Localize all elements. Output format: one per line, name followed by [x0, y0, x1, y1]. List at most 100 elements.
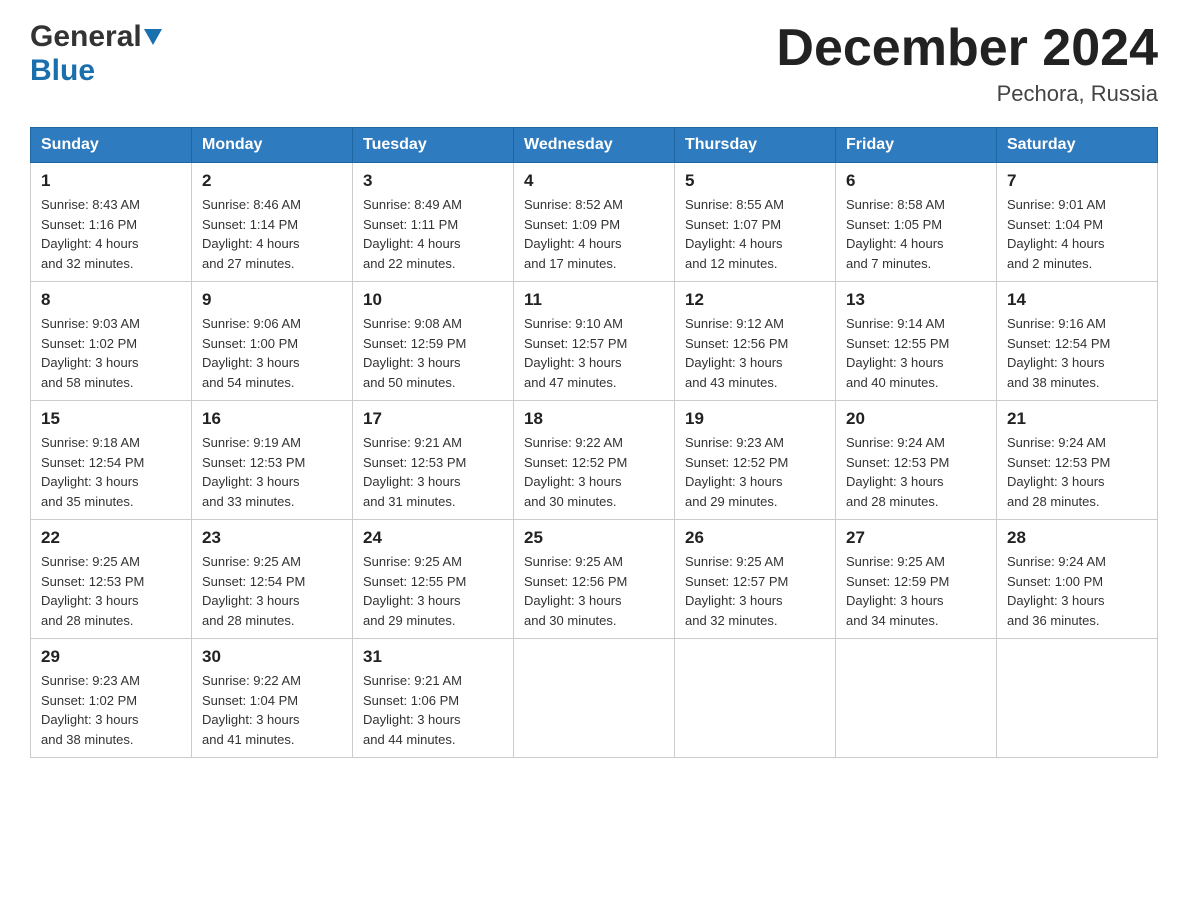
day-number: 23 [202, 528, 342, 548]
day-info: Sunrise: 9:19 AMSunset: 12:53 PMDaylight… [202, 435, 305, 509]
calendar-cell-4-3 [514, 639, 675, 758]
calendar-cell-1-4: 12 Sunrise: 9:12 AMSunset: 12:56 PMDayli… [675, 282, 836, 401]
day-number: 8 [41, 290, 181, 310]
calendar-week-row-5: 29 Sunrise: 9:23 AMSunset: 1:02 PMDaylig… [31, 639, 1158, 758]
logo-triangle-icon [144, 29, 162, 45]
location: Pechora, Russia [776, 81, 1158, 107]
day-number: 15 [41, 409, 181, 429]
calendar-cell-3-6: 28 Sunrise: 9:24 AMSunset: 1:00 PMDaylig… [997, 520, 1158, 639]
calendar-cell-1-3: 11 Sunrise: 9:10 AMSunset: 12:57 PMDayli… [514, 282, 675, 401]
calendar-week-row-1: 1 Sunrise: 8:43 AMSunset: 1:16 PMDayligh… [31, 163, 1158, 282]
calendar-cell-1-1: 9 Sunrise: 9:06 AMSunset: 1:00 PMDayligh… [192, 282, 353, 401]
day-number: 22 [41, 528, 181, 548]
day-info: Sunrise: 9:18 AMSunset: 12:54 PMDaylight… [41, 435, 144, 509]
calendar-cell-3-0: 22 Sunrise: 9:25 AMSunset: 12:53 PMDayli… [31, 520, 192, 639]
day-info: Sunrise: 9:03 AMSunset: 1:02 PMDaylight:… [41, 316, 140, 390]
day-number: 6 [846, 171, 986, 191]
calendar-cell-1-6: 14 Sunrise: 9:16 AMSunset: 12:54 PMDayli… [997, 282, 1158, 401]
day-number: 20 [846, 409, 986, 429]
calendar-cell-1-5: 13 Sunrise: 9:14 AMSunset: 12:55 PMDayli… [836, 282, 997, 401]
calendar-cell-4-2: 31 Sunrise: 9:21 AMSunset: 1:06 PMDaylig… [353, 639, 514, 758]
day-number: 16 [202, 409, 342, 429]
day-number: 26 [685, 528, 825, 548]
logo: General Blue [30, 20, 162, 88]
header-thursday: Thursday [675, 128, 836, 163]
day-info: Sunrise: 8:49 AMSunset: 1:11 PMDaylight:… [363, 197, 462, 271]
calendar-cell-0-6: 7 Sunrise: 9:01 AMSunset: 1:04 PMDayligh… [997, 163, 1158, 282]
day-info: Sunrise: 9:08 AMSunset: 12:59 PMDaylight… [363, 316, 466, 390]
day-number: 9 [202, 290, 342, 310]
day-info: Sunrise: 8:52 AMSunset: 1:09 PMDaylight:… [524, 197, 623, 271]
calendar-cell-3-5: 27 Sunrise: 9:25 AMSunset: 12:59 PMDayli… [836, 520, 997, 639]
calendar-cell-2-5: 20 Sunrise: 9:24 AMSunset: 12:53 PMDayli… [836, 401, 997, 520]
day-info: Sunrise: 9:25 AMSunset: 12:56 PMDaylight… [524, 554, 627, 628]
day-number: 31 [363, 647, 503, 667]
calendar-cell-4-6 [997, 639, 1158, 758]
day-info: Sunrise: 9:24 AMSunset: 1:00 PMDaylight:… [1007, 554, 1106, 628]
header-tuesday: Tuesday [353, 128, 514, 163]
calendar-cell-2-6: 21 Sunrise: 9:24 AMSunset: 12:53 PMDayli… [997, 401, 1158, 520]
calendar-cell-2-4: 19 Sunrise: 9:23 AMSunset: 12:52 PMDayli… [675, 401, 836, 520]
calendar-cell-0-3: 4 Sunrise: 8:52 AMSunset: 1:09 PMDayligh… [514, 163, 675, 282]
page-header: General Blue December 2024 Pechora, Russ… [30, 20, 1158, 107]
calendar-cell-4-0: 29 Sunrise: 9:23 AMSunset: 1:02 PMDaylig… [31, 639, 192, 758]
logo-blue: Blue [30, 54, 95, 87]
calendar-cell-3-3: 25 Sunrise: 9:25 AMSunset: 12:56 PMDayli… [514, 520, 675, 639]
day-info: Sunrise: 9:23 AMSunset: 12:52 PMDaylight… [685, 435, 788, 509]
calendar-cell-2-3: 18 Sunrise: 9:22 AMSunset: 12:52 PMDayli… [514, 401, 675, 520]
day-number: 25 [524, 528, 664, 548]
logo-triangle-wrap [144, 29, 162, 45]
day-number: 17 [363, 409, 503, 429]
calendar-cell-4-1: 30 Sunrise: 9:22 AMSunset: 1:04 PMDaylig… [192, 639, 353, 758]
title-block: December 2024 Pechora, Russia [776, 20, 1158, 107]
calendar-cell-0-1: 2 Sunrise: 8:46 AMSunset: 1:14 PMDayligh… [192, 163, 353, 282]
day-number: 2 [202, 171, 342, 191]
day-info: Sunrise: 9:25 AMSunset: 12:59 PMDaylight… [846, 554, 949, 628]
day-number: 10 [363, 290, 503, 310]
day-number: 18 [524, 409, 664, 429]
header-wednesday: Wednesday [514, 128, 675, 163]
day-info: Sunrise: 8:55 AMSunset: 1:07 PMDaylight:… [685, 197, 784, 271]
day-number: 30 [202, 647, 342, 667]
day-number: 3 [363, 171, 503, 191]
day-info: Sunrise: 9:01 AMSunset: 1:04 PMDaylight:… [1007, 197, 1106, 271]
calendar-cell-4-4 [675, 639, 836, 758]
day-info: Sunrise: 8:46 AMSunset: 1:14 PMDaylight:… [202, 197, 301, 271]
calendar-cell-1-2: 10 Sunrise: 9:08 AMSunset: 12:59 PMDayli… [353, 282, 514, 401]
day-info: Sunrise: 9:06 AMSunset: 1:00 PMDaylight:… [202, 316, 301, 390]
day-number: 12 [685, 290, 825, 310]
header-monday: Monday [192, 128, 353, 163]
day-info: Sunrise: 9:25 AMSunset: 12:57 PMDaylight… [685, 554, 788, 628]
weekday-header-row: Sunday Monday Tuesday Wednesday Thursday… [31, 128, 1158, 163]
day-info: Sunrise: 9:25 AMSunset: 12:53 PMDaylight… [41, 554, 144, 628]
header-friday: Friday [836, 128, 997, 163]
calendar-cell-0-4: 5 Sunrise: 8:55 AMSunset: 1:07 PMDayligh… [675, 163, 836, 282]
calendar-table: Sunday Monday Tuesday Wednesday Thursday… [30, 127, 1158, 758]
day-number: 19 [685, 409, 825, 429]
calendar-cell-2-2: 17 Sunrise: 9:21 AMSunset: 12:53 PMDayli… [353, 401, 514, 520]
logo-general: General [30, 20, 142, 54]
day-number: 13 [846, 290, 986, 310]
day-number: 21 [1007, 409, 1147, 429]
day-info: Sunrise: 9:24 AMSunset: 12:53 PMDaylight… [846, 435, 949, 509]
day-number: 27 [846, 528, 986, 548]
day-info: Sunrise: 9:22 AMSunset: 12:52 PMDaylight… [524, 435, 627, 509]
day-info: Sunrise: 9:24 AMSunset: 12:53 PMDaylight… [1007, 435, 1110, 509]
day-number: 11 [524, 290, 664, 310]
day-info: Sunrise: 9:22 AMSunset: 1:04 PMDaylight:… [202, 673, 301, 747]
day-info: Sunrise: 9:16 AMSunset: 12:54 PMDaylight… [1007, 316, 1110, 390]
calendar-week-row-3: 15 Sunrise: 9:18 AMSunset: 12:54 PMDayli… [31, 401, 1158, 520]
day-number: 4 [524, 171, 664, 191]
calendar-cell-4-5 [836, 639, 997, 758]
day-number: 1 [41, 171, 181, 191]
day-info: Sunrise: 9:25 AMSunset: 12:54 PMDaylight… [202, 554, 305, 628]
day-number: 24 [363, 528, 503, 548]
day-info: Sunrise: 9:23 AMSunset: 1:02 PMDaylight:… [41, 673, 140, 747]
day-number: 7 [1007, 171, 1147, 191]
calendar-week-row-4: 22 Sunrise: 9:25 AMSunset: 12:53 PMDayli… [31, 520, 1158, 639]
header-sunday: Sunday [31, 128, 192, 163]
day-info: Sunrise: 9:21 AMSunset: 12:53 PMDaylight… [363, 435, 466, 509]
day-number: 28 [1007, 528, 1147, 548]
calendar-week-row-2: 8 Sunrise: 9:03 AMSunset: 1:02 PMDayligh… [31, 282, 1158, 401]
day-number: 29 [41, 647, 181, 667]
